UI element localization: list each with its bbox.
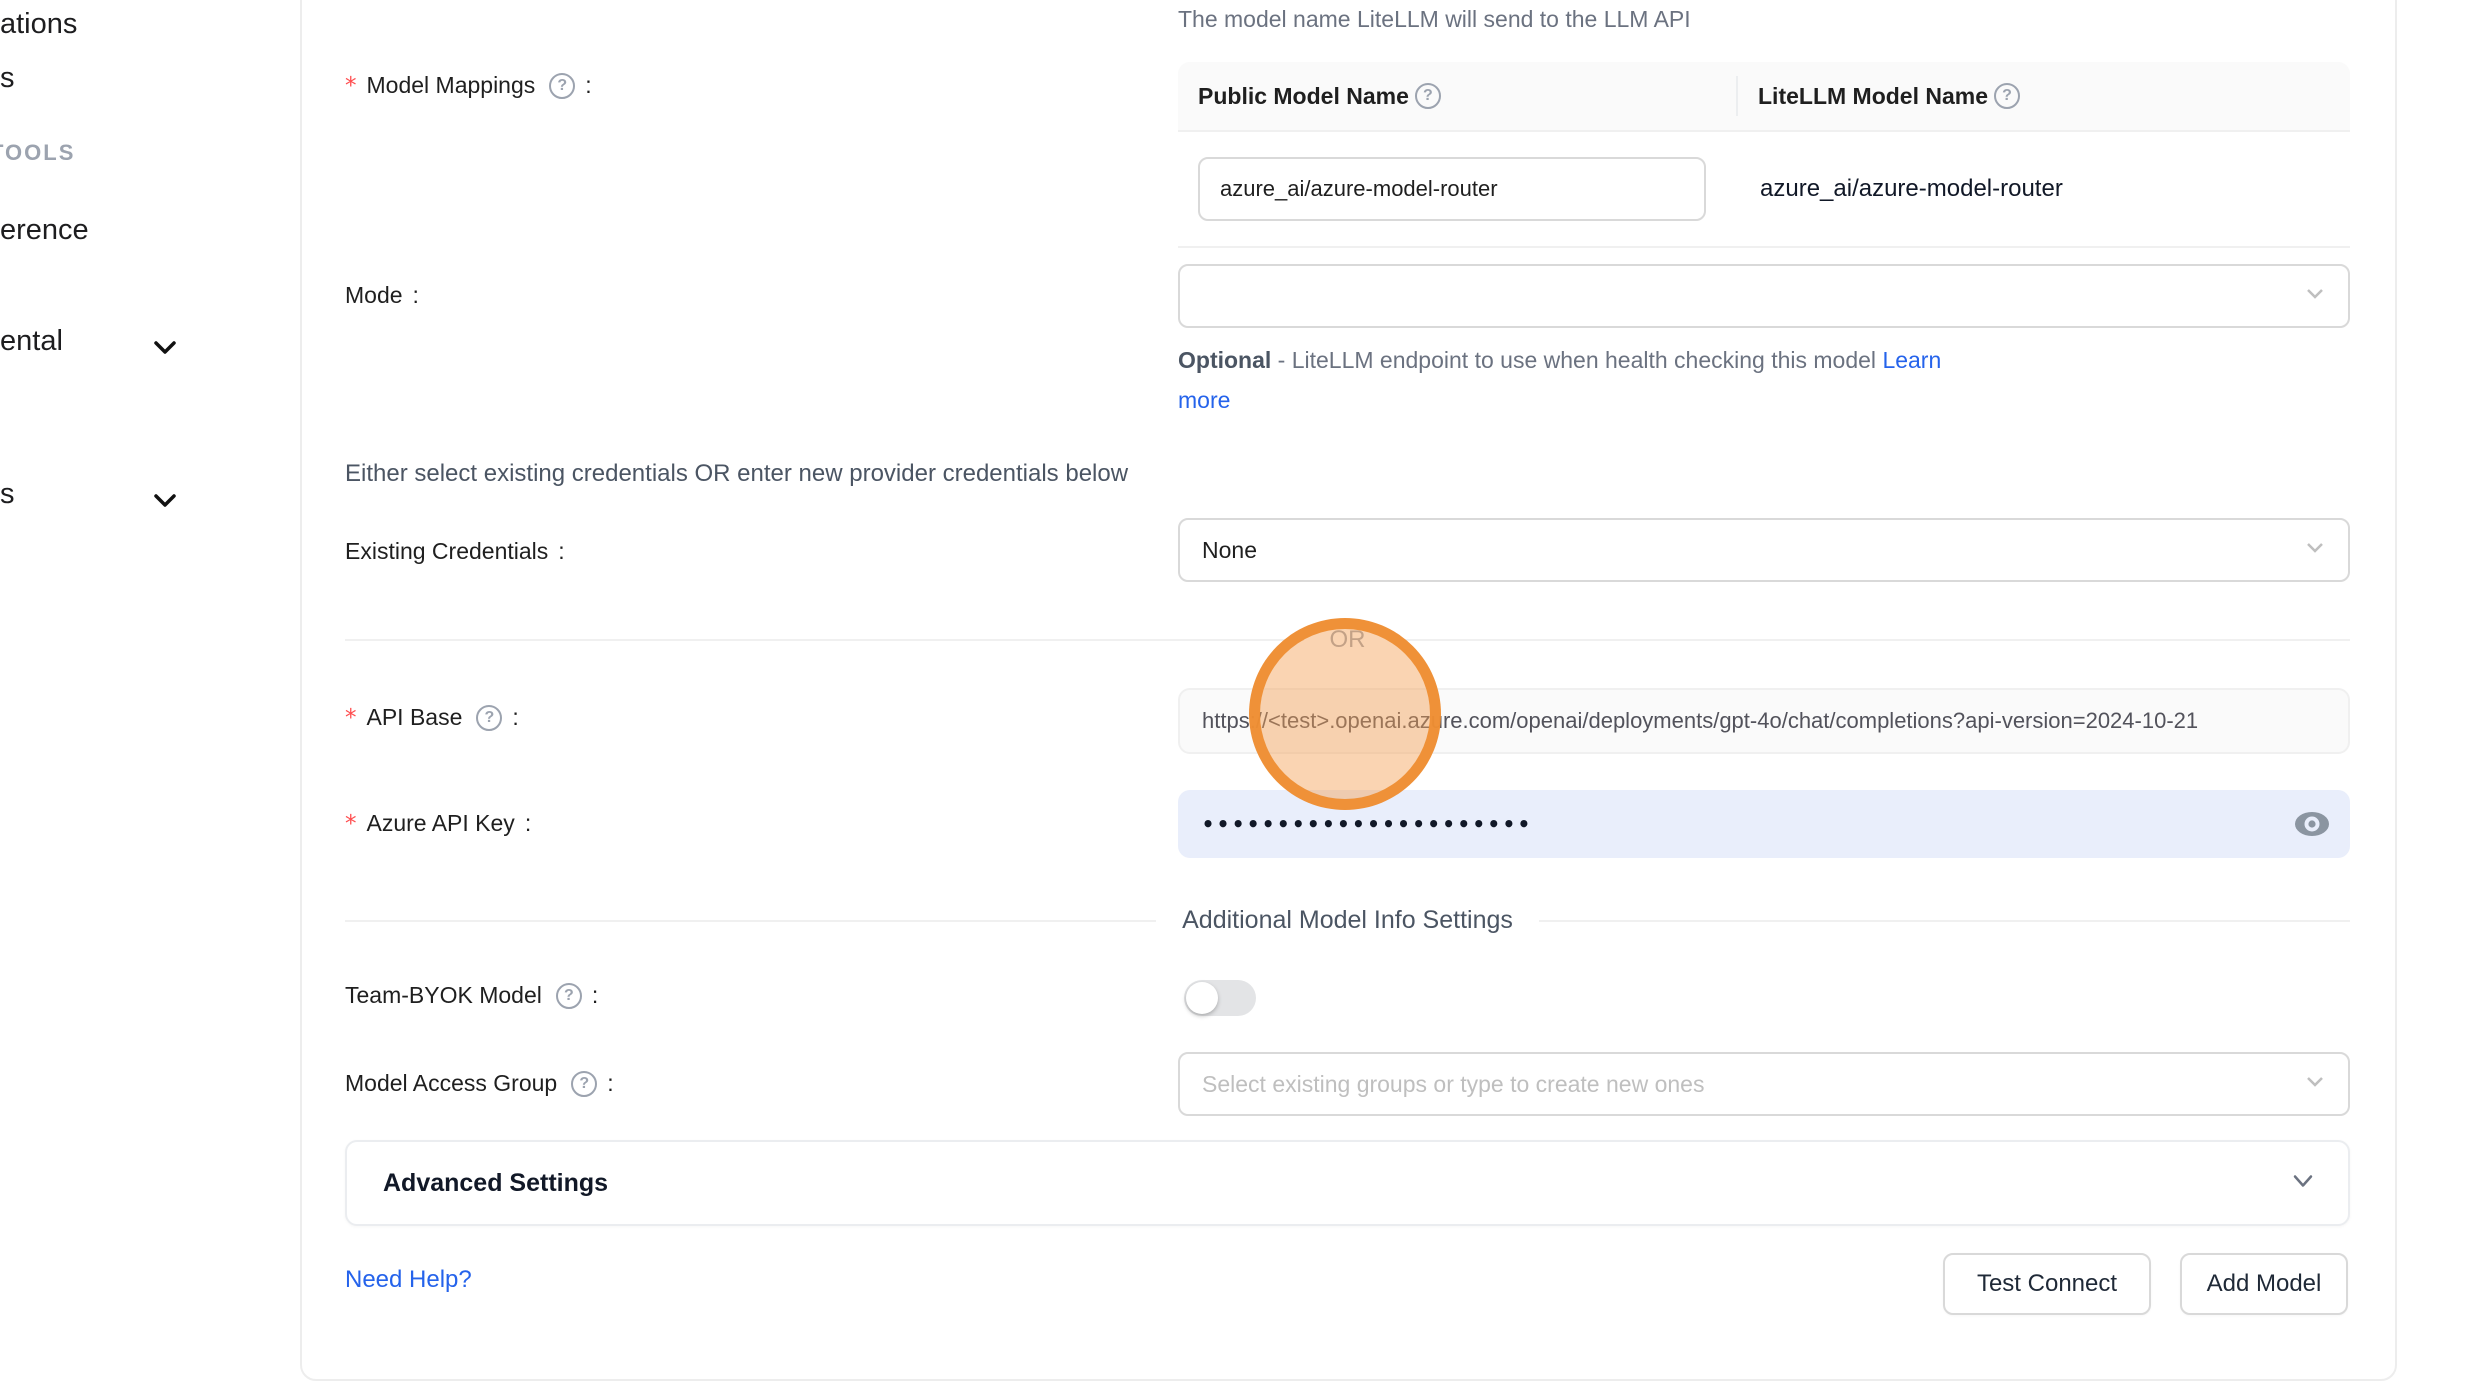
or-divider: OR bbox=[345, 626, 2350, 654]
colon: : bbox=[592, 982, 598, 1009]
mode-helper-rest: - LiteLLM endpoint to use when health ch… bbox=[1271, 347, 1882, 373]
public-model-name-header-text: Public Model Name bbox=[1198, 83, 1409, 110]
required-asterisk: * bbox=[345, 73, 357, 99]
existing-credentials-label-text: Existing Credentials bbox=[345, 538, 548, 565]
additional-model-info-divider-text: Additional Model Info Settings bbox=[1156, 906, 1539, 935]
add-model-button[interactable]: Add Model bbox=[2180, 1253, 2348, 1315]
divider-line bbox=[345, 639, 1304, 641]
model-access-group-label-text: Model Access Group bbox=[345, 1070, 557, 1097]
model-mappings-table: Public Model Name ? LiteLLM Model Name ?… bbox=[1178, 62, 2350, 248]
azure-api-key-input[interactable]: •••••••••••••••••••••• bbox=[1178, 790, 2350, 858]
existing-credentials-value: None bbox=[1202, 537, 1257, 564]
model-mappings-label-text: Model Mappings bbox=[367, 72, 536, 99]
azure-api-key-label-text: Azure API Key bbox=[367, 810, 515, 837]
need-help-link[interactable]: Need Help? bbox=[345, 1266, 472, 1294]
mode-label-text: Mode bbox=[345, 282, 403, 309]
additional-model-info-divider: Additional Model Info Settings bbox=[345, 906, 2350, 935]
team-byok-label: Team-BYOK Model ? : bbox=[345, 982, 598, 1009]
colon: : bbox=[585, 72, 591, 99]
advanced-settings-title: Advanced Settings bbox=[383, 1169, 608, 1198]
api-base-label-text: API Base bbox=[367, 704, 463, 731]
help-question-icon[interactable]: ? bbox=[549, 73, 575, 99]
api-base-label: * API Base ? : bbox=[345, 704, 519, 731]
masked-api-key: •••••••••••••••••••••• bbox=[1202, 812, 1533, 836]
mode-select[interactable] bbox=[1178, 264, 2350, 328]
existing-credentials-select[interactable]: None bbox=[1178, 518, 2350, 582]
advanced-settings-panel[interactable]: Advanced Settings bbox=[345, 1140, 2350, 1226]
azure-api-key-label: * Azure API Key : bbox=[345, 810, 531, 837]
colon: : bbox=[525, 810, 531, 837]
public-model-name-input[interactable]: azure_ai/azure-model-router bbox=[1198, 157, 1706, 221]
mode-label: Mode : bbox=[345, 282, 419, 309]
help-question-icon[interactable]: ? bbox=[571, 1071, 597, 1097]
chevron-down-icon bbox=[2302, 534, 2328, 566]
model-access-group-select[interactable]: Select existing groups or type to create… bbox=[1178, 1052, 2350, 1116]
litellm-model-name-value: azure_ai/azure-model-router bbox=[1738, 175, 2063, 203]
model-mappings-table-row: azure_ai/azure-model-router azure_ai/azu… bbox=[1178, 132, 2350, 248]
litellm-model-name-header: LiteLLM Model Name ? bbox=[1738, 83, 2020, 110]
colon: : bbox=[558, 538, 564, 565]
help-question-icon[interactable]: ? bbox=[556, 983, 582, 1009]
chevron-down-icon bbox=[2288, 1166, 2318, 1201]
chevron-down-icon bbox=[2302, 1068, 2328, 1100]
sidebar-section-tools: TOOLS bbox=[0, 140, 75, 166]
team-byok-label-text: Team-BYOK Model bbox=[345, 982, 542, 1009]
model-access-group-placeholder: Select existing groups or type to create… bbox=[1202, 1071, 1704, 1098]
chevron-down-icon bbox=[2302, 280, 2328, 312]
help-question-icon[interactable]: ? bbox=[476, 705, 502, 731]
sidebar-item-api-reference[interactable]: erence bbox=[0, 214, 89, 247]
test-connect-button[interactable]: Test Connect bbox=[1943, 1253, 2151, 1315]
mode-helper-bold: Optional bbox=[1178, 347, 1271, 373]
help-question-icon[interactable]: ? bbox=[1994, 83, 2020, 109]
model-mappings-table-header: Public Model Name ? LiteLLM Model Name ? bbox=[1178, 62, 2350, 132]
litellm-model-name-header-text: LiteLLM Model Name bbox=[1758, 83, 1988, 110]
required-asterisk: * bbox=[345, 811, 357, 837]
chevron-down-icon[interactable] bbox=[148, 483, 182, 517]
team-byok-toggle[interactable] bbox=[1184, 980, 1256, 1016]
divider-line bbox=[1392, 639, 2351, 641]
chevron-down-icon[interactable] bbox=[148, 330, 182, 364]
toggle-knob bbox=[1186, 982, 1218, 1014]
or-divider-text: OR bbox=[1304, 626, 1392, 654]
credentials-note: Either select existing credentials OR en… bbox=[345, 460, 1128, 488]
help-question-icon[interactable]: ? bbox=[1415, 83, 1441, 109]
colon: : bbox=[512, 704, 518, 731]
sidebar-item-experimental[interactable]: ental bbox=[0, 325, 63, 358]
colon: : bbox=[607, 1070, 613, 1097]
divider-line bbox=[1539, 920, 2350, 922]
eye-icon[interactable] bbox=[2290, 806, 2334, 842]
public-model-name-header: Public Model Name ? bbox=[1178, 76, 1738, 116]
api-base-input[interactable]: https://<test>.openai.azure.com/openai/d… bbox=[1178, 688, 2350, 754]
model-mappings-label: * Model Mappings ? : bbox=[345, 72, 592, 99]
sidebar-item[interactable]: s bbox=[0, 62, 15, 95]
divider-line bbox=[345, 920, 1156, 922]
existing-credentials-label: Existing Credentials : bbox=[345, 538, 565, 565]
required-asterisk: * bbox=[345, 705, 357, 731]
sidebar-item-organizations[interactable]: ations bbox=[0, 8, 77, 41]
colon: : bbox=[413, 282, 419, 309]
sidebar: ations s TOOLS erence ental s bbox=[0, 0, 300, 1385]
mode-helper-text: Optional - LiteLLM endpoint to use when … bbox=[1178, 340, 1988, 420]
model-access-group-label: Model Access Group ? : bbox=[345, 1070, 614, 1097]
litellm-model-name-helper: The model name LiteLLM will send to the … bbox=[1178, 6, 1691, 33]
sidebar-item-settings[interactable]: s bbox=[0, 478, 15, 511]
